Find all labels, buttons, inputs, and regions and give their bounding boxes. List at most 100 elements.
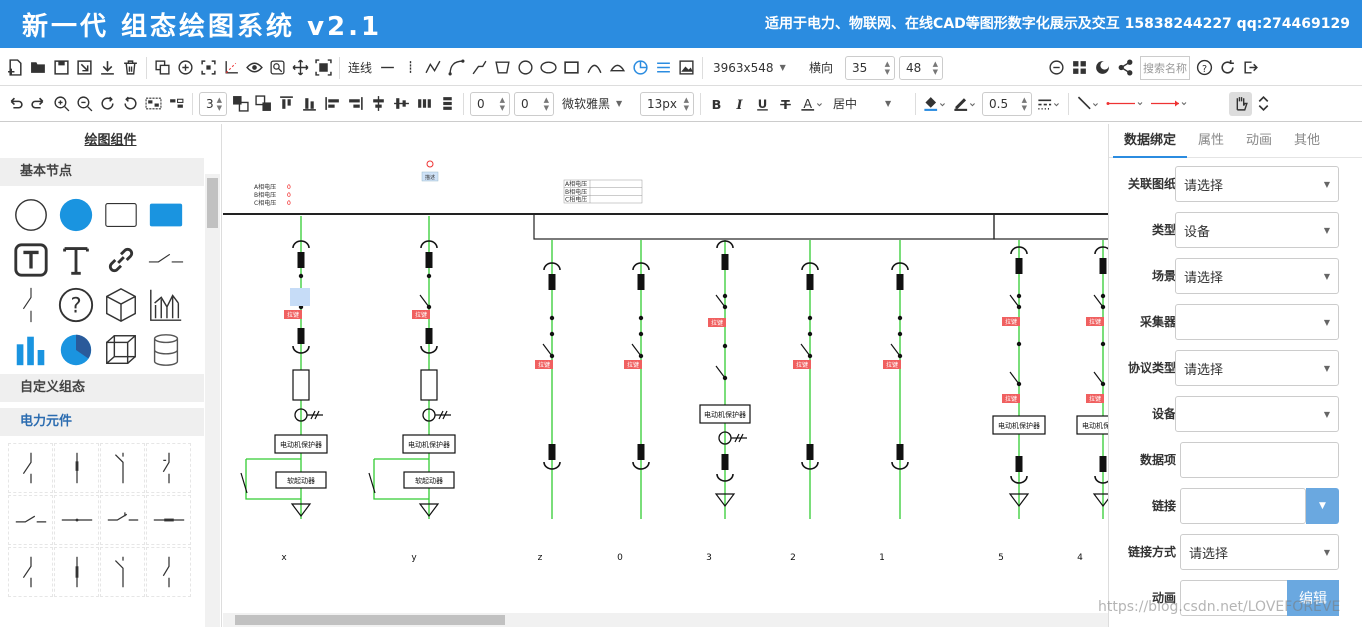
shape-cube[interactable] [98,282,143,327]
link-dropdown-button[interactable]: ▼ [1306,488,1339,524]
find-button[interactable] [266,56,289,80]
bring-front-button[interactable] [229,92,252,116]
power-element-switch[interactable] [8,443,53,493]
italic-button[interactable]: I [728,92,751,116]
feeder-bay[interactable]: 拉键 [883,240,909,519]
edit-animation-button[interactable]: 编辑 [1287,580,1339,616]
power-element-isolator[interactable] [146,443,191,493]
fullscreen-button[interactable] [312,56,335,80]
shape-3d-box[interactable] [98,327,143,372]
align-left-button[interactable] [321,92,344,116]
tab-animation[interactable]: 动画 [1235,124,1283,158]
drawing-canvas[interactable]: A相电压 0 B相电压 0 C相电压 0 描述 A相电压 B相电压 C相电压 拉… [223,124,1108,627]
section-power[interactable]: 电力元件 [0,408,204,436]
left-panel-scrollbar[interactable] [205,174,220,627]
feeder-bay[interactable]: 拉键电动机保护器 [699,240,751,519]
zoom-stepper[interactable]: 48 ▲ ▼ [899,55,944,80]
share-button[interactable] [1114,56,1137,80]
delete-button[interactable] [119,56,142,80]
shape-text[interactable] [53,237,98,282]
phase-voltage-table[interactable]: A相电压 B相电压 C相电压 [563,179,643,204]
power-element-vfuse2[interactable] [54,547,99,597]
line-style-button[interactable] [1034,92,1064,116]
font-size-stepper[interactable]: 13px ▲ ▼ [640,91,694,116]
canvas-horizontal-scrollbar[interactable] [223,613,1108,627]
offset-y-stepper[interactable]: 0 ▲ ▼ [514,91,554,116]
line-end-button[interactable] [1147,92,1191,116]
line-width-stepper[interactable]: 0.5 ▲ ▼ [982,91,1032,116]
undo-button[interactable] [4,92,27,116]
add-button[interactable] [174,56,197,80]
link-mode-select[interactable]: 请选择 ▼ [1180,534,1339,570]
search-input[interactable]: 搜索名称 [1140,55,1191,80]
sub-bus-box-2[interactable] [993,213,1108,240]
pan-hand-button[interactable] [1229,91,1252,116]
preview-button[interactable] [243,56,266,80]
layer-stepper[interactable]: 3 ▲ ▼ [199,91,227,116]
shape-switch[interactable] [143,237,188,282]
diagram-button[interactable]: 描述 [421,160,439,182]
circle-tool[interactable] [514,56,537,80]
power-element-hfuse[interactable] [146,495,191,545]
theme-button[interactable] [1091,56,1114,80]
connector-style-button[interactable] [1073,92,1103,116]
power-element-vswitch2[interactable] [8,547,53,597]
power-element-hbreaker[interactable] [100,495,145,545]
rotate-left-button[interactable] [119,92,142,116]
rect-tool[interactable] [560,56,583,80]
ruler-button[interactable] [220,56,243,80]
save-button[interactable] [50,56,73,80]
power-element-vbreaker2[interactable] [100,547,145,597]
orientation-select[interactable]: 横向 [805,56,841,80]
straight-line-tool[interactable] [376,56,399,80]
feeder-bay[interactable]: 拉键 [793,240,819,519]
tab-data-binding[interactable]: 数据绑定 [1113,124,1188,158]
shape-bar-chart[interactable] [8,327,53,372]
collapse-button[interactable] [1252,92,1275,116]
new-file-button[interactable] [4,56,27,80]
ungroup-button[interactable] [165,92,188,116]
motor-bay[interactable]: 拉键电动机保护器软起动器 [368,216,456,519]
feeder-bay[interactable]: 拉键 [624,240,650,519]
bold-button[interactable]: B [705,92,728,116]
shape-circle-filled[interactable] [53,192,98,237]
ellipse-tool[interactable] [537,56,560,80]
protocol-type-select[interactable]: 请选择 ▼ [1175,350,1339,386]
zoom-in-button[interactable] [50,92,73,116]
section-custom[interactable]: 自定义组态 [0,374,204,402]
refresh-button[interactable] [1216,56,1239,80]
elbow-tool[interactable] [468,56,491,80]
sub-bus-box-1[interactable] [533,213,995,240]
copy-button[interactable] [151,56,174,80]
section-basic-nodes[interactable]: 基本节点 [0,158,204,186]
exit-button[interactable] [1239,56,1262,80]
shape-pie-chart[interactable] [53,327,98,372]
font-family-select[interactable]: 微软雅黑 ▼ [558,92,636,116]
grid-size-stepper[interactable]: 35 ▲ ▼ [845,55,896,80]
polyline-tool[interactable] [422,56,445,80]
redo-button[interactable] [27,92,50,116]
feeder-bay[interactable]: 拉键 [535,240,561,519]
type-select[interactable]: 设备 ▼ [1175,212,1339,248]
device-select[interactable]: ▼ [1175,396,1339,432]
scrollbar-thumb[interactable] [207,178,218,228]
distribute-v-button[interactable] [436,92,459,116]
power-element-hline[interactable] [54,495,99,545]
layer-tool[interactable] [652,56,675,80]
send-back-button[interactable] [252,92,275,116]
scene-select[interactable]: 请选择 ▼ [1175,258,1339,294]
shape-question[interactable]: ? [53,282,98,327]
motor-bay[interactable]: 拉键电动机保护器软起动器 [240,216,328,519]
align-right-button[interactable] [344,92,367,116]
pie-tool[interactable] [629,56,652,80]
polygon-tool[interactable] [491,56,514,80]
shape-text-box[interactable] [8,237,53,282]
group-button[interactable] [142,92,165,116]
feeder-bay[interactable]: 拉键拉键电动机保护器 [1076,240,1108,519]
power-element-breaker[interactable] [100,443,145,493]
shape-circle[interactable] [8,192,53,237]
align-bottom-button[interactable] [298,92,321,116]
line-start-button[interactable] [1103,92,1147,116]
import-button[interactable] [73,56,96,80]
text-align-select[interactable]: 居中 ▼ [829,92,909,116]
